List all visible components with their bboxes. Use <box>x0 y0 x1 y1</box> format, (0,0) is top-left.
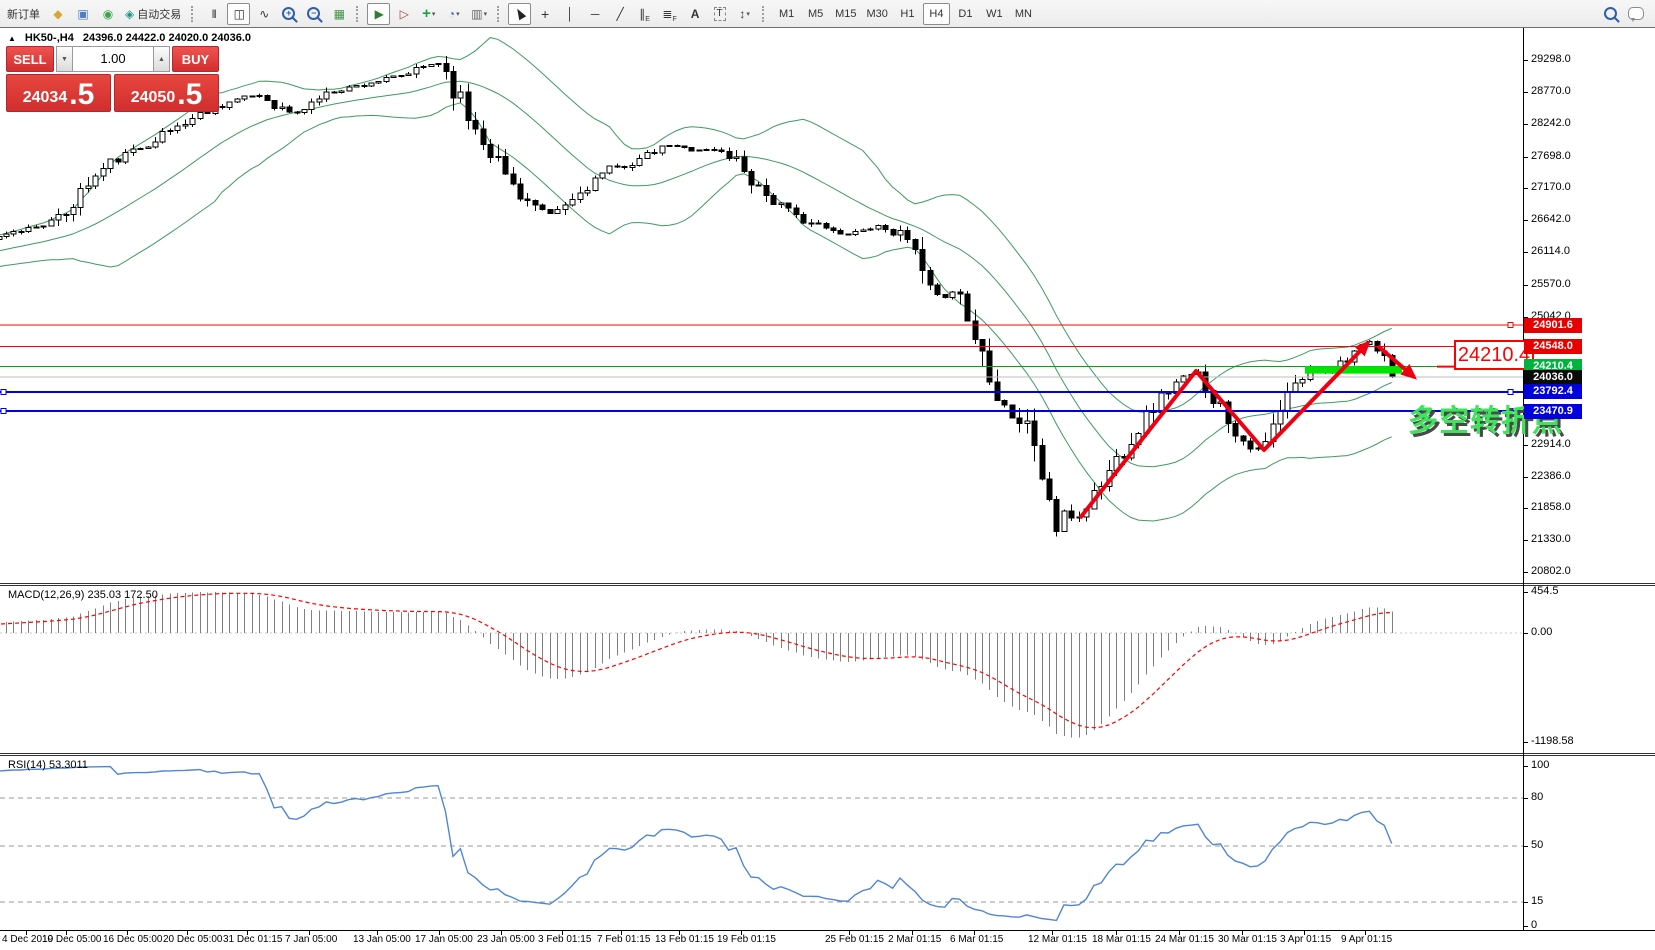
rsi-axis-label: 15 <box>1531 895 1543 907</box>
volume-stepper: ▼ 1.00 ▲ <box>56 46 170 72</box>
price-axis-label: 21330.0 <box>1531 533 1571 545</box>
ohlc-values: 24396.0 24422.0 24020.0 24036.0 <box>83 32 251 44</box>
time-axis-label: 2 Mar 01:15 <box>888 934 941 945</box>
price-axis-label: 22386.0 <box>1531 470 1571 482</box>
price-level-badge[interactable]: 24548.0 <box>1524 339 1582 354</box>
buy-button[interactable]: BUY <box>172 46 219 72</box>
time-axis-label: 17 Jan 05:00 <box>415 934 473 945</box>
price-axis-label: 29298.0 <box>1531 53 1571 65</box>
time-axis-label: 13 Jan 05:00 <box>353 934 411 945</box>
macd-axis-label: 454.5 <box>1531 585 1559 597</box>
time-axis-label: 18 Mar 01:15 <box>1092 934 1151 945</box>
rsi-axis-label: 100 <box>1531 759 1549 771</box>
chart-overlay: ▲ HK50-,H4 24396.0 24422.0 24020.0 24036… <box>0 0 1655 950</box>
price-axis-label: 28770.0 <box>1531 85 1571 97</box>
price-level-badge[interactable]: 23470.9 <box>1524 404 1582 419</box>
volume-decrease-button[interactable]: ▼ <box>56 46 73 72</box>
rsi-axis-label: 80 <box>1531 791 1543 803</box>
price-axis-label: 20802.0 <box>1531 565 1571 577</box>
price-level-badge[interactable]: 24901.6 <box>1524 318 1582 333</box>
sell-price-display[interactable]: 24034 .5 <box>6 74 111 112</box>
time-axis-label: 7 Jan 05:00 <box>285 934 337 945</box>
trade-panel-top-row: SELL ▼ 1.00 ▲ BUY <box>6 46 219 72</box>
price-axis-label: 21858.0 <box>1531 501 1571 513</box>
time-axis-label: 3 Feb 01:15 <box>538 934 591 945</box>
buy-price-display[interactable]: 24050 .5 <box>114 74 219 112</box>
time-axis-label: 13 Feb 01:15 <box>655 934 714 945</box>
price-axis-label: 27170.0 <box>1531 181 1571 193</box>
time-axis-label: 24 Mar 01:15 <box>1155 934 1214 945</box>
volume-input[interactable]: 1.00 <box>73 46 153 72</box>
time-axis-label: 20 Dec 05:00 <box>163 934 223 945</box>
price-axis-label: 27698.0 <box>1531 150 1571 162</box>
rsi-indicator-label: RSI(14) 53.3011 <box>8 759 88 771</box>
mt4-terminal-window: 新订单◆▣◉◈自动交易|||◫∿+−▦▶▷+▾◔▾▥▾+│─╱∥E≣FAT↕▾M… <box>0 0 1655 950</box>
time-axis-label: 30 Mar 01:15 <box>1218 934 1277 945</box>
price-axis-label: 26642.0 <box>1531 213 1571 225</box>
price-annotation-box[interactable]: 24210.4 <box>1454 340 1534 370</box>
macd-indicator-label: MACD(12,26,9) 235.03 172.50 <box>8 589 158 601</box>
symbol-triangle-icon: ▲ <box>8 34 16 43</box>
time-axis: 4 Dec 201910 Dec 05:0016 Dec 05:0020 Dec… <box>0 934 1655 950</box>
one-click-trading-panel: SELL ▼ 1.00 ▲ BUY 24034 .5 24050 .5 <box>6 46 219 112</box>
time-axis-label: 25 Feb 01:15 <box>825 934 884 945</box>
price-axis-label: 26114.0 <box>1531 245 1570 257</box>
time-axis-label: 10 Dec 05:00 <box>42 934 102 945</box>
price-axis-label: 22914.0 <box>1531 438 1571 450</box>
price-level-badge[interactable]: 23792.4 <box>1524 384 1582 399</box>
sell-button[interactable]: SELL <box>6 46 54 72</box>
buy-price-main: 24050 <box>131 86 176 110</box>
time-axis-label: 12 Mar 01:15 <box>1028 934 1087 945</box>
symbol-period-label: HK50-,H4 <box>25 32 74 44</box>
time-axis-label: 16 Dec 05:00 <box>103 934 163 945</box>
time-axis-label: 7 Feb 01:15 <box>597 934 650 945</box>
price-level-badge[interactable]: 24036.0 <box>1524 370 1582 385</box>
time-axis-label: 19 Feb 01:15 <box>717 934 776 945</box>
time-axis-label: 6 Mar 01:15 <box>950 934 1003 945</box>
time-axis-label: 9 Apr 01:15 <box>1341 934 1392 945</box>
time-axis-label: 31 Dec 01:15 <box>223 934 283 945</box>
time-axis-label: 3 Apr 01:15 <box>1280 934 1331 945</box>
volume-increase-button[interactable]: ▲ <box>153 46 170 72</box>
buy-price-frac: .5 <box>177 80 202 110</box>
rsi-axis-label: 0 <box>1531 919 1537 931</box>
price-axis-label: 28242.0 <box>1531 117 1571 129</box>
trade-panel-price-row: 24034 .5 24050 .5 <box>6 74 219 112</box>
price-axis-label: 25570.0 <box>1531 278 1571 290</box>
chart-title: ▲ HK50-,H4 24396.0 24422.0 24020.0 24036… <box>8 32 251 44</box>
macd-axis-label: 0.00 <box>1531 626 1552 638</box>
time-axis-label: 23 Jan 05:00 <box>477 934 535 945</box>
macd-axis-label: -1198.58 <box>1531 735 1574 747</box>
sell-price-main: 24034 <box>23 86 68 110</box>
rsi-axis-label: 50 <box>1531 839 1543 851</box>
sell-price-frac: .5 <box>69 80 94 110</box>
